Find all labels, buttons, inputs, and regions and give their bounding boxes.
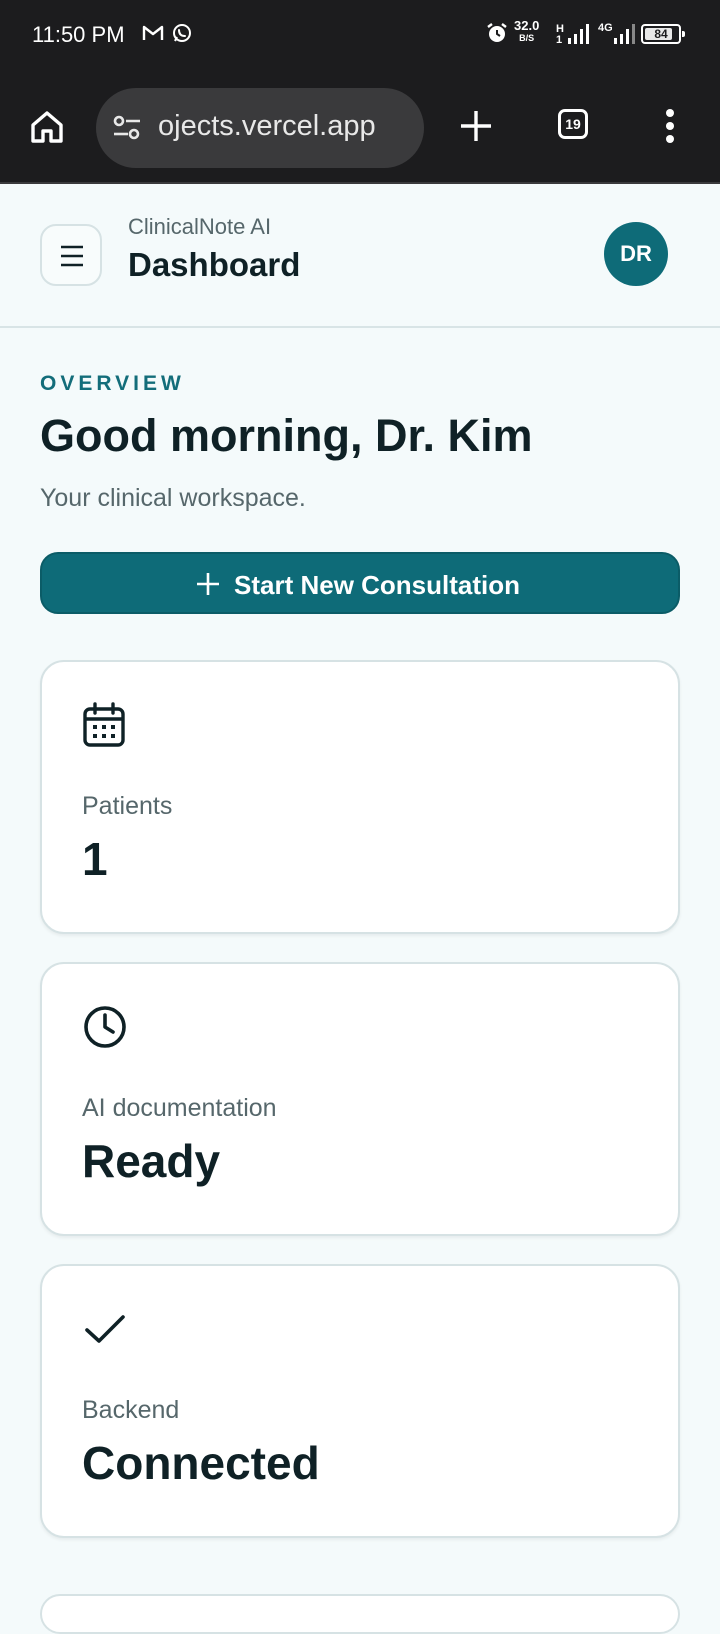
- tabs-button[interactable]: 19: [558, 109, 588, 139]
- card-label: AI documentation: [82, 1094, 277, 1122]
- battery-icon: 84: [641, 24, 685, 44]
- signal-icon-2: [614, 24, 635, 44]
- whatsapp-icon: [173, 24, 191, 42]
- card-label: Patients: [82, 792, 173, 820]
- battery-level: 84: [654, 27, 668, 41]
- menu-button[interactable]: [40, 224, 102, 286]
- status-bar: 11:50 PM 32.0 B/S H 1 4G 84: [0, 0, 720, 72]
- calendar-icon: [83, 702, 125, 747]
- stat-card-partial: [40, 1594, 680, 1634]
- hamburger-icon: [61, 245, 83, 267]
- section-overline: OVERVIEW: [40, 372, 185, 395]
- battery-tip: [682, 31, 685, 37]
- greeting-heading: Good morning, Dr. Kim: [40, 410, 533, 461]
- network-speed: 32.0 B/S: [514, 18, 540, 43]
- new-tab-icon[interactable]: [458, 108, 494, 144]
- site-settings-icon[interactable]: [112, 114, 142, 142]
- app-name: ClinicalNote AI: [128, 214, 272, 239]
- plus-icon: [197, 573, 219, 595]
- start-consultation-button[interactable]: Start New Consultation: [40, 552, 680, 614]
- card-value: 1: [82, 833, 108, 885]
- status-time: 11:50 PM: [32, 22, 125, 47]
- stat-card-patients: Patients 1: [40, 660, 680, 934]
- home-icon[interactable]: [28, 108, 66, 146]
- app-header: ClinicalNote AI Dashboard DR: [0, 184, 720, 328]
- card-value: Connected: [82, 1437, 320, 1489]
- network-h-indicator: H 1: [556, 23, 564, 46]
- card-value: Ready: [82, 1135, 221, 1187]
- gmail-icon: [142, 25, 164, 40]
- clock-icon: [84, 1006, 126, 1048]
- start-consultation-label: Start New Consultation: [234, 570, 521, 600]
- stat-card-ai-documentation: AI documentation Ready: [40, 962, 680, 1236]
- address-bar[interactable]: ojects.vercel.app: [96, 88, 424, 168]
- stat-card-backend: Backend Connected: [40, 1264, 680, 1538]
- url-text[interactable]: ojects.vercel.app: [158, 110, 376, 143]
- signal-icon: [568, 24, 589, 44]
- network-type: 4G: [598, 22, 613, 34]
- check-icon: [85, 1315, 125, 1343]
- browser-toolbar: ojects.vercel.app 19: [0, 72, 720, 184]
- greeting-subtitle: Your clinical workspace.: [40, 484, 306, 512]
- more-icon[interactable]: [664, 108, 676, 144]
- card-label: Backend: [82, 1396, 180, 1424]
- avatar[interactable]: DR: [604, 222, 668, 286]
- alarm-icon: [487, 23, 507, 42]
- page-title: Dashboard: [128, 246, 301, 283]
